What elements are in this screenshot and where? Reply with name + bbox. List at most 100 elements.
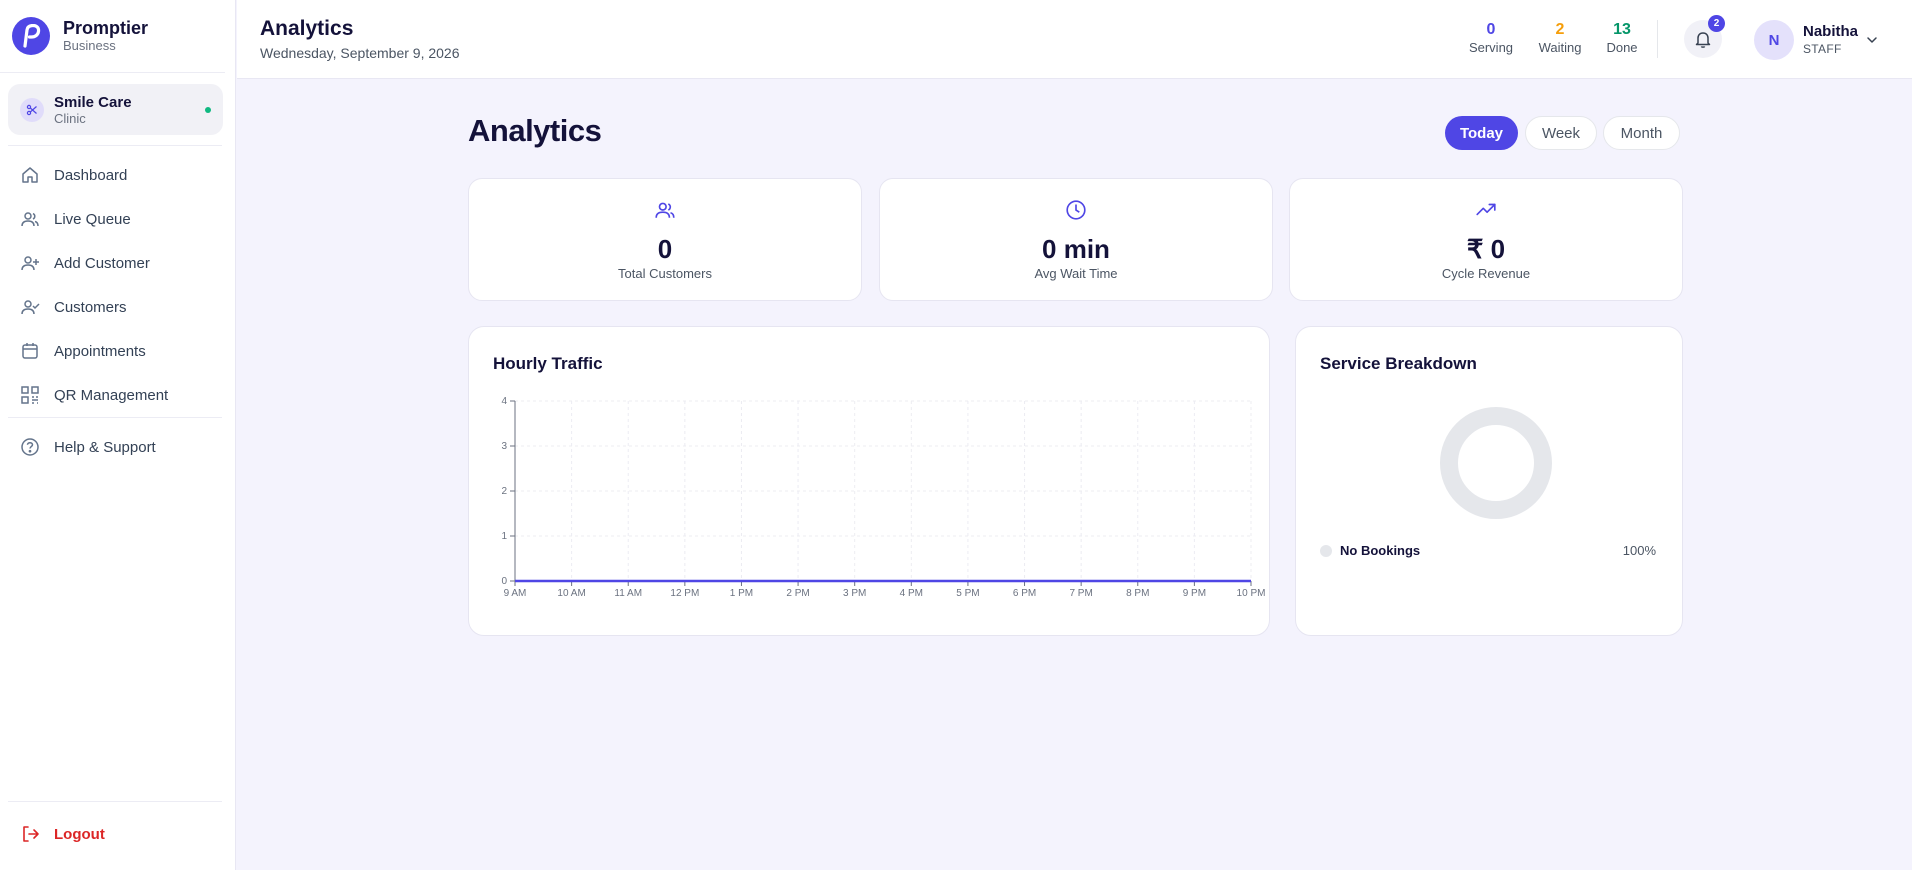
calendar-icon	[22, 343, 38, 359]
range-week-button[interactable]: Week	[1525, 116, 1597, 150]
legend-label: No Bookings	[1340, 543, 1421, 558]
sidebar-item-label: Customers	[54, 298, 127, 316]
sidebar-item-dashboard[interactable]: Dashboard	[20, 163, 127, 187]
user-check-icon	[21, 300, 40, 315]
y-tick-label: 4	[501, 396, 507, 407]
user-name[interactable]: Nabitha	[1803, 23, 1858, 40]
clinic-name: Smile Care	[54, 93, 132, 111]
legend-swatch	[1320, 544, 1332, 557]
kpi-label: Avg Wait Time	[1034, 266, 1118, 281]
y-tick-label: 2	[501, 486, 507, 497]
hourly-traffic-panel: Hourly Traffic 0 1 2 3 4 9 AM 10 AM 11 AM 12 PM 1…	[468, 326, 1270, 636]
service-breakdown-panel: Service Breakdown No Bookings 100%	[1295, 326, 1683, 636]
clinic-switcher[interactable]: Smile Care Clinic	[8, 84, 223, 135]
logout-label: Logout	[54, 825, 105, 843]
page-title: Analytics	[468, 113, 602, 148]
x-tick-label: 9 PM	[1183, 588, 1206, 599]
chevron-down-icon[interactable]	[1865, 33, 1879, 47]
help-circle-icon	[21, 438, 39, 456]
legend-item: No Bookings 100%	[1320, 543, 1656, 558]
logout-icon	[23, 826, 39, 842]
x-tick-label: 7 PM	[1069, 588, 1092, 599]
y-tick-label: 1	[501, 531, 507, 542]
kpi-total-customers: 0 Total Customers	[468, 178, 862, 301]
scissors-icon	[20, 97, 44, 122]
divider	[8, 417, 222, 418]
stat-waiting: 2 Waiting	[1531, 20, 1589, 56]
service-breakdown-donut	[1440, 407, 1552, 519]
sidebar-item-live-queue[interactable]: Live Queue	[20, 207, 131, 231]
header-title: Analytics	[260, 17, 354, 40]
stat-serving: 0 Serving	[1463, 20, 1519, 56]
trending-up-icon	[1476, 203, 1496, 216]
kpi-value: 0	[657, 234, 673, 264]
sidebar-item-label: Help & Support	[54, 438, 156, 456]
brand-logo-icon	[12, 17, 50, 55]
kpi-cycle-revenue: ₹ 0 Cycle Revenue	[1289, 178, 1683, 301]
sidebar-item-appointments[interactable]: Appointments	[20, 339, 146, 363]
brand-name: Promptier	[63, 18, 149, 38]
x-tick-label: 9 AM	[504, 588, 527, 599]
legend-percent: 100%	[1622, 543, 1656, 558]
stat-label: Done	[1606, 40, 1638, 55]
clinic-type: Clinic	[54, 110, 86, 126]
sidebar-item-add-customer[interactable]: Add Customer	[20, 251, 150, 275]
users-icon	[655, 202, 675, 218]
x-tick-label: 6 PM	[1013, 588, 1036, 599]
kpi-value: ₹ 0	[1466, 234, 1506, 264]
x-tick-label: 11 AM	[614, 588, 642, 599]
kpi-avg-wait-time: 0 min Avg Wait Time	[879, 178, 1273, 301]
panel-title: Hourly Traffic	[493, 354, 603, 373]
x-tick-label: 5 PM	[956, 588, 979, 599]
qr-icon	[21, 386, 39, 404]
sidebar-item-label: QR Management	[54, 386, 169, 404]
sidebar-item-label: Add Customer	[54, 254, 150, 272]
kpi-label: Total Customers	[618, 266, 712, 281]
kpi-label: Cycle Revenue	[1441, 266, 1531, 281]
x-tick-label: 10 AM	[557, 588, 585, 599]
x-tick-label: 4 PM	[900, 588, 923, 599]
stat-value: 13	[1613, 21, 1631, 38]
stat-label: Serving	[1468, 40, 1514, 55]
online-status-dot	[205, 107, 211, 113]
logout-button[interactable]: Logout	[20, 822, 105, 846]
x-tick-label: 8 PM	[1126, 588, 1149, 599]
home-icon	[22, 167, 38, 183]
y-tick-label: 0	[501, 576, 507, 587]
header-divider	[1657, 20, 1658, 58]
header-date: Wednesday, September 9, 2026	[260, 45, 460, 61]
notification-count-badge: 2	[1708, 15, 1725, 32]
sidebar-item-customers[interactable]: Customers	[20, 295, 127, 319]
x-tick-label: 2 PM	[786, 588, 809, 599]
x-tick-label: 1 PM	[730, 588, 753, 599]
stat-label: Waiting	[1538, 40, 1582, 55]
brand-subtitle: Business	[63, 38, 116, 53]
x-tick-label: 12 PM	[670, 588, 699, 599]
range-today-button[interactable]: Today	[1445, 116, 1518, 150]
hourly-traffic-chart: 0 1 2 3 4 9 AM 10 AM 11 AM 12 PM 1 PM 2 PM 3 PM 4 PM…	[501, 396, 1265, 599]
range-month-button[interactable]: Month	[1603, 116, 1680, 150]
brand: Promptier Business	[0, 0, 225, 73]
y-tick-label: 3	[501, 441, 507, 452]
bell-icon	[1695, 32, 1711, 48]
x-tick-label: 3 PM	[843, 588, 866, 599]
donut-slice	[1440, 407, 1552, 519]
divider	[8, 801, 222, 802]
stat-value: 0	[1486, 21, 1496, 38]
sidebar-item-label: Live Queue	[54, 210, 131, 228]
sidebar: Promptier Business Smile Care Clinic Das…	[0, 0, 236, 870]
avatar[interactable]: N	[1754, 20, 1794, 60]
kpi-value: 0 min	[1042, 234, 1110, 264]
x-tick-label: 10 PM	[1237, 588, 1265, 599]
clock-icon	[1066, 200, 1086, 220]
stat-done: 13 Done	[1599, 20, 1645, 56]
panel-title: Service Breakdown	[1320, 354, 1477, 373]
sidebar-item-label: Appointments	[54, 342, 146, 360]
user-role: STAFF	[1803, 42, 1842, 56]
users-icon	[21, 212, 39, 227]
sidebar-item-qr-management[interactable]: QR Management	[20, 383, 168, 407]
stat-value: 2	[1555, 21, 1565, 38]
user-plus-icon	[21, 256, 39, 271]
sidebar-item-help[interactable]: Help & Support	[20, 435, 156, 459]
top-header: Analytics Wednesday, September 9, 2026 0…	[237, 0, 1912, 79]
